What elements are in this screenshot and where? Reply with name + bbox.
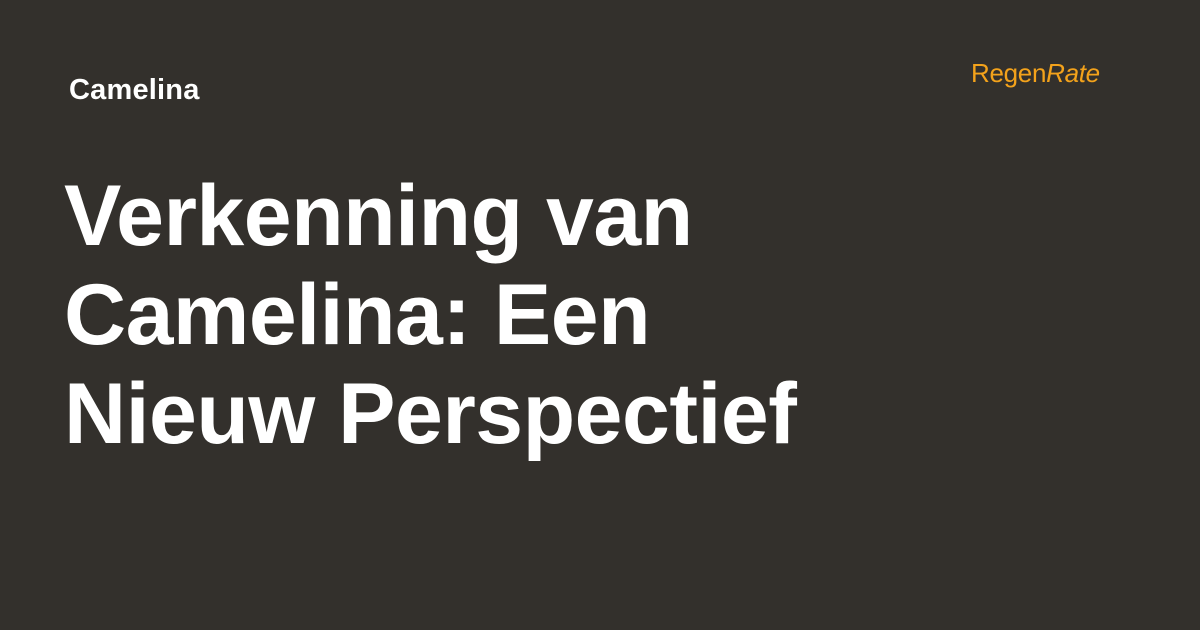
title-line-1: Verkenning van <box>64 168 693 264</box>
category-label: Camelina <box>69 74 200 106</box>
brand-logo-primary: Regen <box>971 58 1047 88</box>
title-line-2: Camelina: Een <box>64 267 651 363</box>
brand-logo-secondary: Rate <box>1046 58 1100 88</box>
social-card: Camelina RegenRate Verkenning van Cameli… <box>0 0 1200 630</box>
article-title: Verkenning van Camelina: Een Nieuw Persp… <box>64 167 964 464</box>
brand-logo: RegenRate <box>971 58 1100 88</box>
title-line-3: Nieuw Perspectief <box>64 366 797 462</box>
